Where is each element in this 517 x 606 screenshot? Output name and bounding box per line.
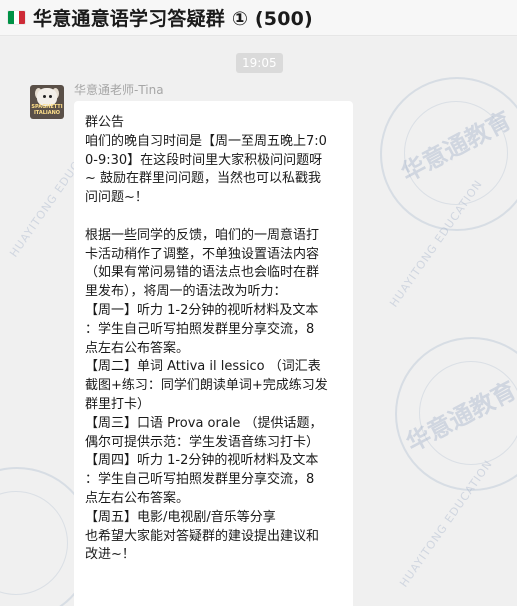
message-line: 卡活动稍作了调整，不单独设置语法内容	[85, 246, 320, 262]
message-bubble[interactable]: 群公告 咱们的晚自习时间是【周一至周五晚上7:0 0-9:30】在这段时间里大家…	[74, 101, 353, 606]
message-line: 咱们的晚自习时间是【周一至周五晚上7:0	[85, 133, 327, 149]
message-line: 里发布），将周一的语法改为听力：	[85, 284, 287, 300]
watermark-logo-1	[380, 77, 517, 231]
message-line: 群公告	[85, 115, 125, 130]
sender-name[interactable]: 华意通老师-Tina	[74, 81, 164, 98]
message-line: 【周一】听力 1-2分钟的视听材料及文本	[85, 302, 319, 318]
message-line: 点左右公布答案。	[85, 490, 190, 506]
message-line: 【周三】口语 Prova orale （提供话题，	[85, 415, 323, 431]
message-line: ：学生自己听写拍照发群里分享交流，8	[85, 472, 315, 488]
italy-flag-icon	[8, 11, 25, 24]
message-line: 【周二】单词 Attiva il lessico （词汇表	[85, 359, 321, 375]
message-line: 改进~！	[85, 547, 135, 563]
window-titlebar: 华意通意语学习答疑群 ① (500)	[0, 0, 517, 36]
watermark-logo-3	[395, 337, 517, 491]
avatar-dog-eye-left	[43, 95, 46, 98]
message-line: 【周四】听力 1-2分钟的视听材料及文本	[85, 453, 319, 469]
watermark-brand-en: HUAYITONG EDUCATION	[387, 177, 486, 310]
message-line: 群里打卡）	[85, 396, 151, 412]
flag-stripe-red	[19, 11, 25, 24]
message-line: 0-9:30】在这段时间里大家积极问问题呀	[85, 152, 323, 168]
message-line: 截图+练习：同学们朗读单词+完成练习发	[85, 378, 328, 394]
message-line: 点左右公布答案。	[85, 340, 190, 356]
chat-message-area[interactable]: 华意通教育 华意通教育 HUAYITONG EDUCATION HUAYITON…	[0, 37, 517, 606]
watermark-brand-cn: 华意通教育	[396, 106, 516, 188]
message-line-blank	[85, 208, 343, 227]
message-line: （如果有常问易错的语法点也会临时在群	[85, 265, 320, 281]
avatar[interactable]: SPAGHETTI ITALIANO	[30, 85, 64, 119]
message-line: 根据一些同学的反馈，咱们的一周意语打	[85, 227, 320, 243]
message-line: 偶尔可提供示范：学生发语音练习打卡）	[85, 434, 320, 450]
watermark-brand-en: HUAYITONG EDUCATION	[397, 457, 496, 590]
message-line: 问问题~！	[85, 190, 148, 206]
avatar-caption: SPAGHETTI ITALIANO	[31, 104, 63, 116]
message-line: ：学生自己听写拍照发群里分享交流，8	[85, 321, 315, 337]
message-line: 也希望大家能对答疑群的建设提出建议和	[85, 528, 320, 544]
watermark-brand-cn: 华意通教育	[401, 376, 517, 458]
chat-title[interactable]: 华意通意语学习答疑群 ① (500)	[33, 4, 313, 31]
message-line: ~ 鼓励在群里问问题，当然也可以私戳我	[85, 171, 322, 187]
message-timestamp: 19:05	[236, 53, 283, 73]
avatar-dog-eye-right	[49, 95, 52, 98]
message-line: 【周五】电影/电视剧/音乐等分享	[85, 509, 276, 525]
